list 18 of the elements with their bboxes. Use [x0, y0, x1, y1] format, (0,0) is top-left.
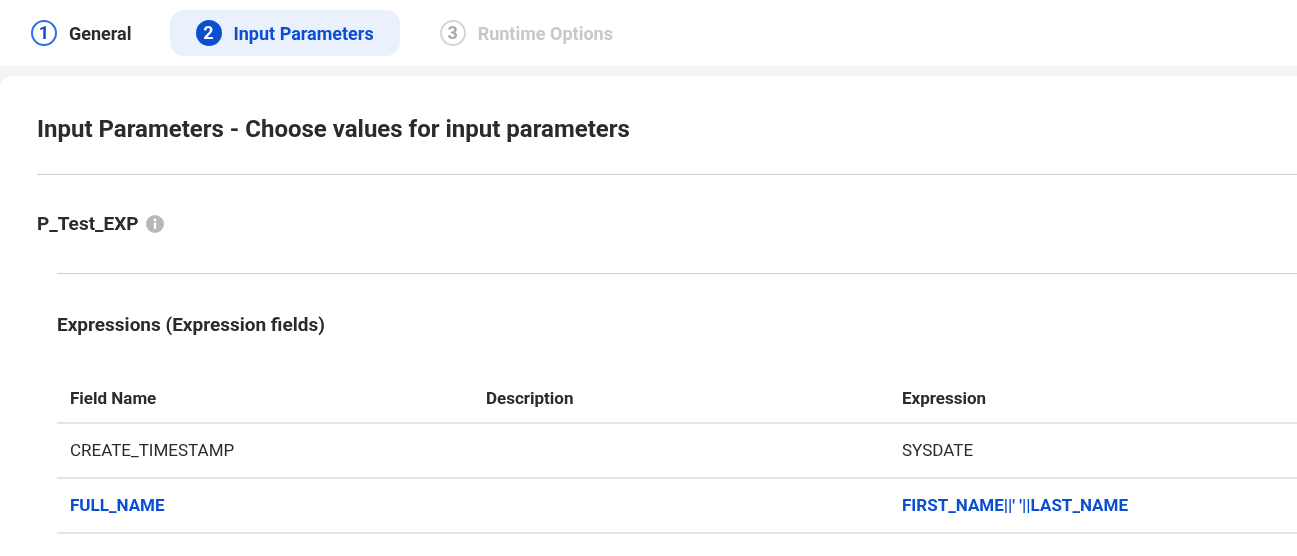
- table-row[interactable]: FULL_NAME FIRST_NAME||' '||LAST_NAME: [57, 479, 1297, 534]
- table-cell-text: SYSDATE: [901, 438, 975, 462]
- step-tab[interactable]: 1 General: [31, 10, 156, 56]
- table-row[interactable]: CREATE_TIMESTAMP SYSDATE: [57, 424, 1297, 479]
- table-cell-text: CREATE_TIMESTAMP: [69, 438, 236, 462]
- step-number-icon: 2: [195, 20, 222, 46]
- table-cell-text: FULL_NAME: [69, 493, 166, 517]
- section-title: Expressions (Expression fields): [57, 311, 326, 338]
- column-header: Description: [485, 387, 575, 411]
- info-icon: [145, 215, 164, 233]
- column-header: Expression: [901, 387, 988, 411]
- parameter-name: P_Test_EXP: [37, 210, 139, 237]
- page-title: Input Parameters - Choose values for input parameters: [37, 114, 631, 145]
- table-cell-text: FIRST_NAME||' '||LAST_NAME: [901, 493, 1129, 517]
- step-number-icon: 3: [439, 20, 466, 46]
- column-header: Field Name: [69, 387, 158, 411]
- step-number-icon: 1: [31, 20, 57, 46]
- step-tab[interactable]: 2 Input Parameters: [169, 10, 400, 56]
